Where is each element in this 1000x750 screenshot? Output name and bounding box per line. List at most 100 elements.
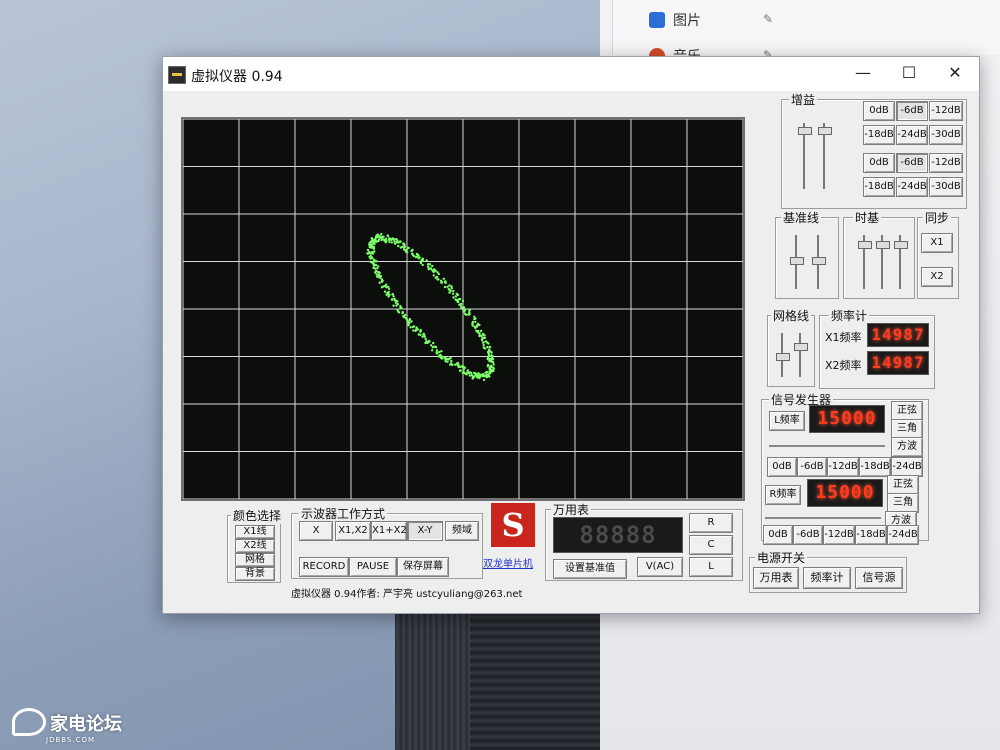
r-level-minus24db[interactable]: -24dB xyxy=(887,525,919,545)
r-frequency-button[interactable]: R频率 xyxy=(765,485,801,505)
gain-x1-minus24db[interactable]: -24dB xyxy=(896,125,928,145)
gridline-slider-2[interactable] xyxy=(799,333,801,377)
timebase-slider-knob[interactable] xyxy=(858,241,872,249)
footer-credits: 虚拟仪器 0.94作者: 严宇亮 ustcyuliang@263.net xyxy=(291,589,523,600)
mode-x1-x2-button[interactable]: X1,X2 xyxy=(335,521,371,541)
gain-x1-minus18db[interactable]: -18dB xyxy=(863,125,895,145)
minimize-button[interactable]: — xyxy=(843,61,883,85)
trace-point xyxy=(374,264,378,267)
watermark-text: 家电论坛 xyxy=(50,714,122,735)
trace-point xyxy=(451,292,455,295)
trace-point xyxy=(440,281,443,284)
trace-point xyxy=(452,296,455,299)
gain-x2-minus12db[interactable]: -12dB xyxy=(929,153,963,173)
gain-x1-minus6db[interactable]: -6dB xyxy=(896,101,928,121)
gain-x2-minus18db[interactable]: -18dB xyxy=(863,177,895,197)
l-level-minus18db[interactable]: -18dB xyxy=(859,457,891,477)
r-wave-triangle[interactable]: 三角 xyxy=(887,493,919,513)
trace-point xyxy=(388,240,391,244)
meter-capacitance-button[interactable]: C xyxy=(689,535,733,555)
gain-x2-minus30db[interactable]: -30dB xyxy=(929,177,963,197)
power-signal-source-button[interactable]: 信号源 xyxy=(855,567,903,589)
meter-resistance-button[interactable]: R xyxy=(689,513,733,533)
sync-x1-button[interactable]: X1 xyxy=(921,233,953,253)
mode-x-y-button[interactable]: X-Y xyxy=(407,521,443,541)
explorer-item-label: 图片 xyxy=(673,13,701,29)
l-level-minus24db[interactable]: -24dB xyxy=(891,457,923,477)
set-baseline-button[interactable]: 设置基准值 xyxy=(553,559,627,579)
mode-frequency-domain-button[interactable]: 频域 xyxy=(445,521,479,541)
pin-icon[interactable]: ✎ xyxy=(763,12,773,26)
r-level-minus6db[interactable]: -6dB xyxy=(793,525,823,545)
timebase-slider-knob[interactable] xyxy=(876,241,890,249)
gain-x2-0db[interactable]: 0dB xyxy=(863,153,895,173)
l-wave-square[interactable]: 方波 xyxy=(891,437,923,457)
gain-x1-0db[interactable]: 0dB xyxy=(863,101,895,121)
x1-frequency-label: X1频率 xyxy=(825,331,862,344)
trace-point xyxy=(385,239,388,243)
color-grid-button[interactable]: 网格 xyxy=(235,553,275,567)
meter-vac-button[interactable]: V(AC) xyxy=(637,557,683,577)
trace-point xyxy=(391,237,395,240)
gain-x1-minus30db[interactable]: -30dB xyxy=(929,125,963,145)
trace-point xyxy=(405,318,409,321)
gain-x2-minus6db[interactable]: -6dB xyxy=(896,153,928,173)
gridline-slider-knob[interactable] xyxy=(776,353,790,361)
trace-point xyxy=(380,280,384,283)
gridline-slider-knob[interactable] xyxy=(794,343,808,351)
trace-point xyxy=(484,340,488,343)
power-multimeter-button[interactable]: 万用表 xyxy=(753,567,799,589)
pause-button[interactable]: PAUSE xyxy=(349,557,397,577)
file-explorer-panel: 图片 ✎ 音乐 ✎ xyxy=(612,0,1000,65)
r-level-0db[interactable]: 0dB xyxy=(763,525,793,545)
trace-point xyxy=(474,326,477,330)
r-wave-sine[interactable]: 正弦 xyxy=(887,475,919,495)
l-level-minus6db[interactable]: -6dB xyxy=(797,457,827,477)
trace-point xyxy=(421,335,424,338)
trace-point xyxy=(414,255,418,259)
trace-point xyxy=(393,242,397,245)
gain-slider-knob[interactable] xyxy=(818,127,832,135)
sync-x2-button[interactable]: X2 xyxy=(921,267,953,287)
shuanglong-link[interactable]: 双龙单片机 xyxy=(483,555,533,570)
l-level-minus12db[interactable]: -12dB xyxy=(827,457,859,477)
save-screen-button[interactable]: 保存屏幕 xyxy=(397,557,449,577)
gain-slider-knob[interactable] xyxy=(798,127,812,135)
trace-point xyxy=(478,373,482,376)
trace-point xyxy=(380,232,383,236)
trace-point xyxy=(408,317,412,321)
color-x2-line-button[interactable]: X2线 xyxy=(235,539,275,553)
frequency-meter-title: 频率计 xyxy=(829,307,870,324)
timebase-slider-knob[interactable] xyxy=(894,241,908,249)
trace-point xyxy=(481,341,485,344)
baseline-panel xyxy=(775,217,839,299)
r-frequency-slider[interactable] xyxy=(765,517,881,519)
baseline-slider-knob[interactable] xyxy=(790,257,804,265)
trace-point xyxy=(419,333,422,336)
meter-inductance-button[interactable]: L xyxy=(689,557,733,577)
l-wave-triangle[interactable]: 三角 xyxy=(891,419,923,439)
r-level-minus18db[interactable]: -18dB xyxy=(855,525,887,545)
trace-point xyxy=(425,259,428,262)
multimeter-display: 88888 xyxy=(553,517,683,553)
mode-x1-plus-x2-button[interactable]: X1+X2 xyxy=(371,521,407,541)
r-level-minus12db[interactable]: -12dB xyxy=(823,525,855,545)
gain-x1-minus12db[interactable]: -12dB xyxy=(929,101,963,121)
color-background-button[interactable]: 背景 xyxy=(235,567,275,581)
baseline-slider-knob[interactable] xyxy=(812,257,826,265)
explorer-item-pictures[interactable]: 图片 xyxy=(649,10,701,30)
mode-x-button[interactable]: X xyxy=(299,521,333,541)
timebase-panel xyxy=(843,217,915,299)
l-frequency-button[interactable]: L频率 xyxy=(769,411,805,431)
color-x1-line-button[interactable]: X1线 xyxy=(235,525,275,539)
l-frequency-slider[interactable] xyxy=(769,445,885,447)
power-frequency-meter-button[interactable]: 频率计 xyxy=(803,567,851,589)
trace-point xyxy=(474,320,477,324)
trace-point xyxy=(442,277,445,280)
close-button[interactable]: ✕ xyxy=(935,61,975,85)
gain-x2-minus24db[interactable]: -24dB xyxy=(896,177,928,197)
maximize-button[interactable]: ☐ xyxy=(889,61,929,85)
l-level-0db[interactable]: 0dB xyxy=(767,457,797,477)
record-button[interactable]: RECORD xyxy=(299,557,349,577)
l-wave-sine[interactable]: 正弦 xyxy=(891,401,923,421)
